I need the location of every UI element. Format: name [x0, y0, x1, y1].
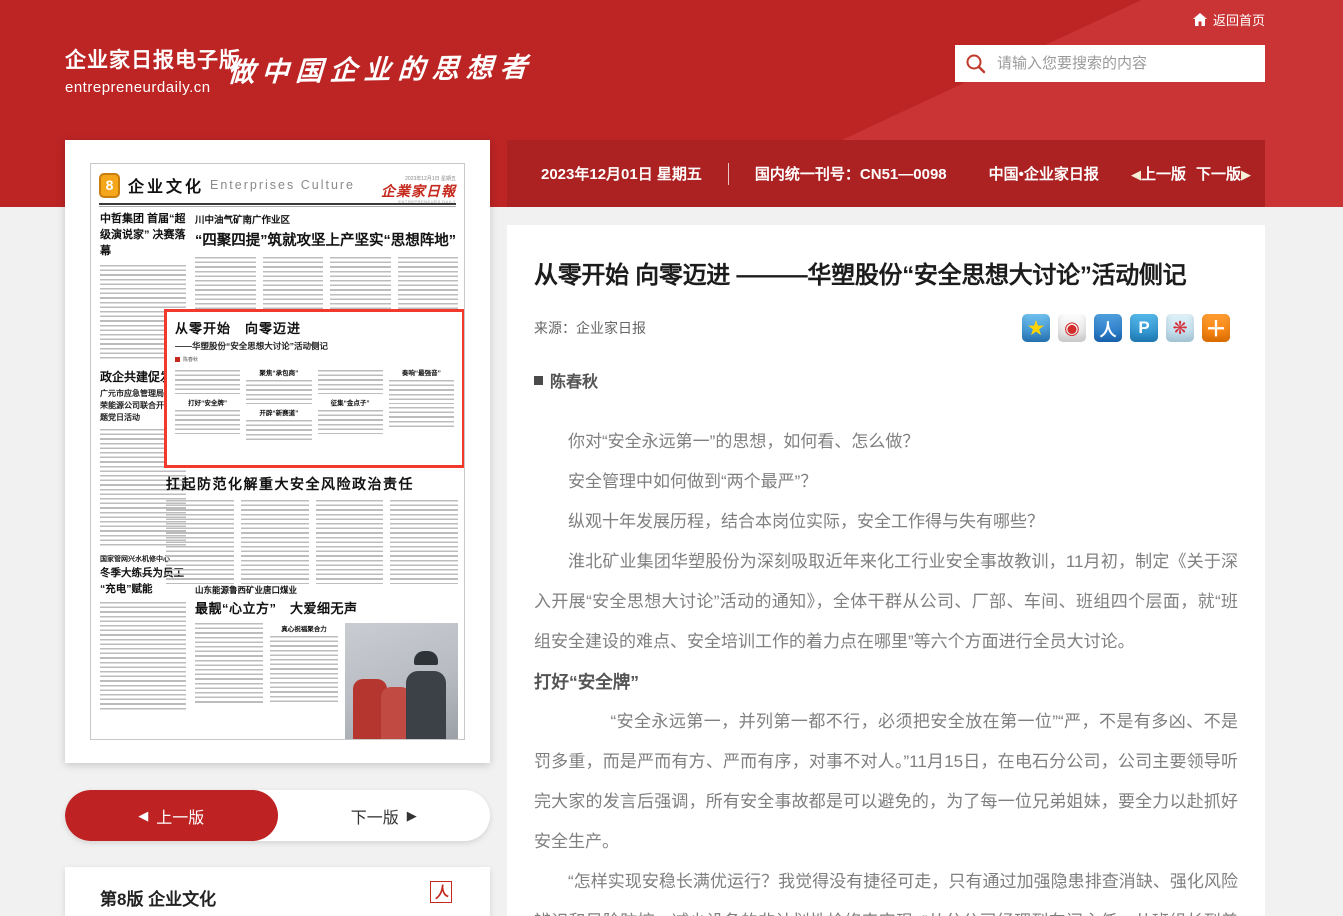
thumb-main-kicker: 川中油气矿南广作业区: [195, 215, 291, 226]
people-share-icon[interactable]: ❋: [1166, 314, 1194, 342]
prev-page-label: 上一版: [1140, 166, 1186, 183]
author-bullet: [175, 357, 180, 362]
page-pager: ◀ 上一版 下一版 ▶: [65, 790, 490, 841]
article-paragraph: 安全管理中如何做到“两个最严”？: [568, 471, 818, 491]
qzone-icon[interactable]: ★: [1022, 314, 1050, 342]
article-author: 陈春秋: [534, 368, 1238, 392]
site-domain: entrepreneurdaily.cn: [65, 79, 211, 96]
site-slogan: 做中国企业的思想者: [226, 52, 535, 89]
paper-section-title: 企业文化: [128, 179, 205, 196]
feature-author: 陈春秋: [183, 357, 199, 363]
thumb-bodytext-columns: [195, 257, 458, 309]
page-thumbnail-panel: 8 企业文化 Enterprises Culture 2023年12月1日 星期…: [65, 140, 490, 763]
next-page-link[interactable]: 下一版▶: [1196, 163, 1251, 184]
edition-card: 第8版 企业文化 人: [65, 867, 490, 916]
info-bar-pager: ◀上一版 下一版▶: [1131, 163, 1251, 184]
share-toolbar: ★ ◉ 人 P ❋ ＋: [1022, 314, 1230, 342]
feature-section-4: 开辟“新赛道”: [259, 410, 299, 417]
site-title: 企业家日报电子版: [65, 49, 241, 72]
prev-page-link[interactable]: ◀上一版: [1131, 163, 1186, 184]
prev-page-button[interactable]: ◀ 上一版: [65, 790, 278, 841]
thumb-bottom-subhead: 真心祝福聚合力: [281, 626, 327, 633]
paper-masthead-date: 2023年12月1日 星期五: [405, 175, 456, 182]
edition-info-bar: 2023年12月01日 星期五 国内统一刊号：CN51—0098 中国•企业家日…: [507, 140, 1265, 207]
feature-section-1: 打好“安全牌”: [188, 400, 228, 407]
article-meta-row: 来源：企业家日报 ★ ◉ 人 P ❋ ＋: [534, 314, 1238, 342]
paper-header: 8 企业文化 Enterprises Culture 2023年12月1日 星期…: [99, 170, 456, 204]
search-icon[interactable]: [965, 53, 987, 75]
paper-brand: 中国•企业家日报: [988, 166, 1099, 183]
paper-header-rule: [99, 203, 456, 207]
paper-main-column: 川中油气矿南广作业区 “四聚四提”筑就攻坚上产坚实“思想阵地”: [195, 212, 458, 309]
prev-page-button-label: 上一版: [156, 809, 205, 827]
next-page-button[interactable]: 下一版 ▶: [278, 790, 491, 841]
highlighted-article-region[interactable]: 从零开始 向零迈进 ——华塑股份“安全思想大讨论”活动侧记 陈春秋 打好“安全牌…: [164, 309, 464, 468]
renren-icon[interactable]: 人: [1094, 314, 1122, 342]
home-link-label: 返回首页: [1212, 13, 1265, 28]
article-body: 你对“安全永远第一”的思想，如何看、怎么做？ 安全管理中如何做到“两个最严”？ …: [534, 422, 1238, 916]
thumb-bodytext-columns: [166, 500, 458, 584]
tencent-weibo-icon[interactable]: P: [1130, 314, 1158, 342]
thumb-bodytext: [100, 602, 186, 711]
thumb-main-headline: “四聚四提”筑就攻坚上产坚实“思想阵地”: [195, 233, 456, 249]
page-number-badge: 8: [99, 172, 120, 198]
next-page-button-label: 下一版: [350, 809, 399, 827]
page: 返回首页 企业家日报电子版 entrepreneurdaily.cn 做中国企业…: [0, 0, 1343, 916]
article-paragraph: “怎样实现安稳长满优运行？我觉得没有捷径可走，只有通过加强隐患排查消缺、强化风险…: [534, 871, 1238, 916]
paper-article-3: 扛起防范化解重大安全风险政治责任: [166, 474, 458, 584]
paper-bottom-article: 山东能源鲁西矿业唐口煤业 最靓“心立方” 大爱细无声 真心祝福聚合力: [195, 584, 458, 739]
edition-label[interactable]: 第8版 企业文化: [100, 885, 216, 910]
sina-weibo-icon[interactable]: ◉: [1058, 314, 1086, 342]
article-source: 来源：企业家日报: [534, 320, 646, 336]
search-input[interactable]: [997, 55, 1255, 72]
next-page-label: 下一版: [1195, 166, 1241, 183]
feature-subhead: ——华塑股份“安全思想大讨论”活动侧记: [175, 341, 329, 351]
home-link[interactable]: 返回首页: [1192, 10, 1265, 29]
article-paragraph: 你对“安全永远第一”的思想，如何看、怎么做？: [568, 432, 920, 451]
paper-masthead-block: 2023年12月1日 星期五 企業家日報 ENTREPRENEURS DAILY: [381, 167, 456, 204]
home-icon: [1192, 13, 1207, 26]
info-bar-divider: [727, 162, 729, 185]
feature-section-2: 聚焦“承包商”: [259, 370, 299, 377]
next-arrow-icon: ▶: [1241, 167, 1251, 182]
site-logo[interactable]: 企业家日报电子版 entrepreneurdaily.cn: [65, 44, 241, 96]
next-arrow-icon: ▶: [406, 807, 417, 823]
newspaper-photo: [345, 623, 458, 739]
paper-left-column: 中哲集团 首届“超级演说家” 决赛落幕 政企共建促发展 广元市应急管理局和华荣能…: [100, 212, 186, 733]
search-box: [955, 45, 1265, 82]
issue-number: 国内统一刊号：CN51—0098: [754, 166, 947, 183]
feature-headline: 从零开始 向零迈进: [175, 321, 302, 336]
prev-arrow-icon: ◀: [138, 807, 149, 823]
thumb-headline-1: 中哲集团 首届“超级演说家” 决赛落幕: [100, 213, 186, 257]
feature-author-marker: 陈春秋: [175, 356, 454, 363]
pdf-download-icon[interactable]: 人: [430, 881, 452, 903]
more-share-icon[interactable]: ＋: [1202, 314, 1230, 342]
thumb-headline-5: 扛起防范化解重大安全风险政治责任: [166, 476, 414, 492]
article-paragraph: “安全永远第一，并列第一都不行，必须把安全放在第一位”“严，不是有多凶、不是罚多…: [534, 711, 1238, 851]
article-title: 从零开始 向零迈进 ———华塑股份“安全思想大讨论”活动侧记: [534, 262, 1187, 289]
article-panel: 从零开始 向零迈进 ———华塑股份“安全思想大讨论”活动侧记 来源：企业家日报 …: [507, 225, 1265, 916]
edition-date: 2023年12月01日 星期五: [541, 166, 702, 183]
paper-section-title-en: Enterprises Culture: [210, 178, 356, 192]
feature-section-5: 奏响“最强音”: [401, 370, 441, 377]
feature-section-3: 征集“金点子”: [330, 400, 370, 407]
thumb-bottom-kicker: 山东能源鲁西矿业唐口煤业: [195, 585, 298, 595]
article-paragraph: 纵观十年发展历程，结合本岗位实际，安全工作得与失有哪些？: [568, 511, 1044, 531]
prev-arrow-icon: ◀: [1130, 167, 1141, 182]
article-subhead: 打好“安全牌”: [534, 671, 639, 692]
thumb-bottom-headline: 最靓“心立方” 大爱细无声: [195, 601, 358, 616]
paper-masthead: 企業家日報: [381, 183, 456, 200]
author-bullet: [534, 375, 543, 385]
newspaper-page-thumbnail[interactable]: 8 企业文化 Enterprises Culture 2023年12月1日 星期…: [90, 163, 465, 740]
feature-columns: 打好“安全牌” 聚焦“承包商” 开辟“新赛道” 征集“金点子” 奏响“最强音”: [175, 367, 454, 443]
article-paragraph: 淮北矿业集团华塑股份为深刻吸取近年来化工行业安全事故教训，11月初，制定《关于深…: [534, 551, 1238, 651]
